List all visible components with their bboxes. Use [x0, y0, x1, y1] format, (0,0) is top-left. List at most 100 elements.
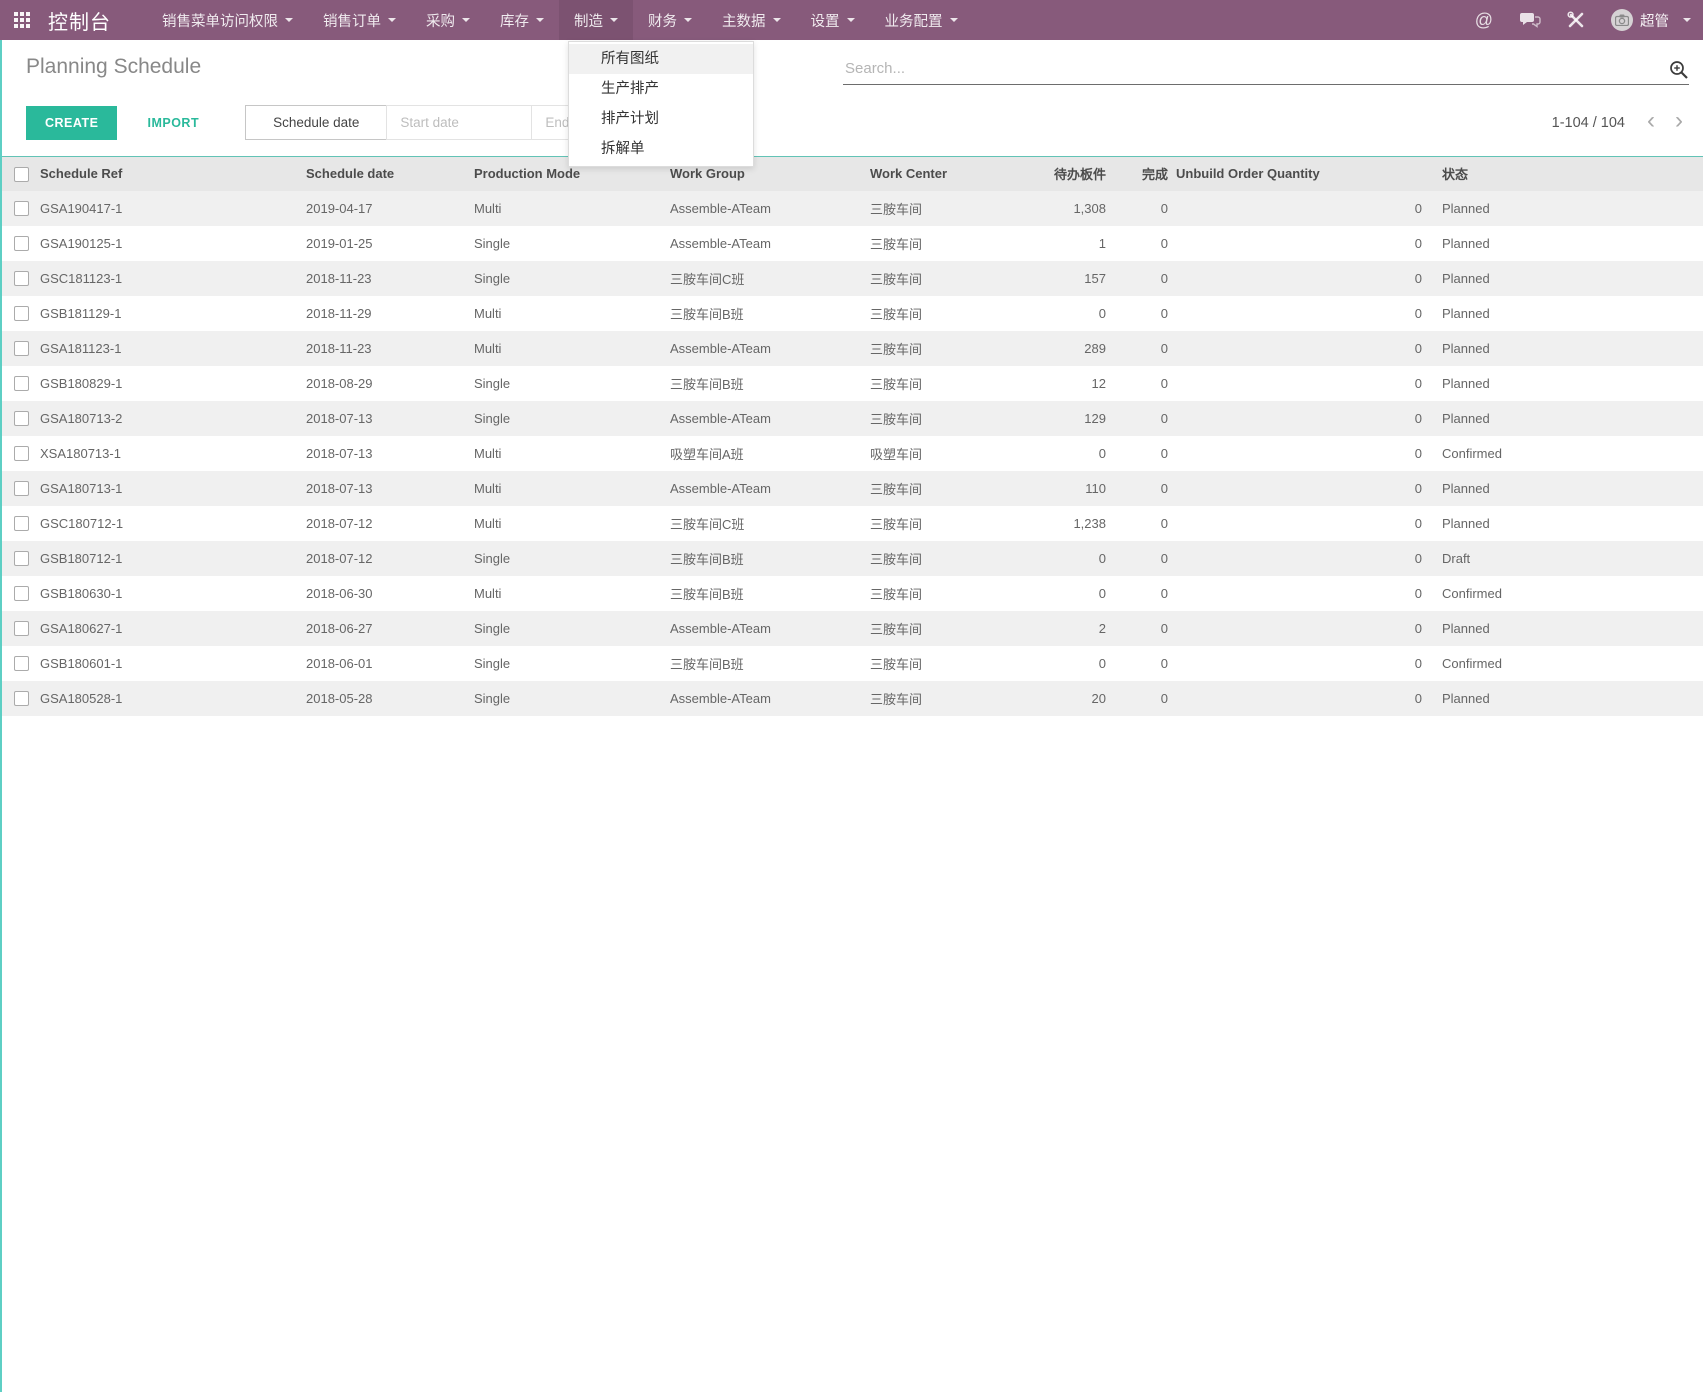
cell: Single — [470, 541, 666, 576]
cell: 110 — [1014, 471, 1110, 506]
table-row[interactable]: GSA180528-12018-05-28SingleAssemble-ATea… — [0, 681, 1703, 716]
cell: Planned — [1428, 331, 1703, 366]
column-header-6[interactable]: 完成 — [1110, 157, 1172, 191]
row-checkbox[interactable] — [14, 341, 29, 356]
cell: 0 — [1110, 366, 1172, 401]
nav-menu-6[interactable]: 主数据 — [707, 0, 796, 40]
row-checkbox[interactable] — [14, 446, 29, 461]
row-checkbox[interactable] — [14, 551, 29, 566]
cell: 三胺车间C班 — [666, 506, 866, 541]
row-checkbox[interactable] — [14, 621, 29, 636]
cell: GSB180601-1 — [36, 646, 302, 681]
cell: 2018-11-29 — [302, 296, 470, 331]
row-checkbox[interactable] — [14, 656, 29, 671]
cell: 0 — [1172, 366, 1428, 401]
column-header-4[interactable]: Work Center — [866, 157, 1014, 191]
row-checkbox[interactable] — [14, 411, 29, 426]
cell: Single — [470, 646, 666, 681]
nav-menu-0[interactable]: 销售菜单访问权限 — [147, 0, 308, 40]
row-checkbox[interactable] — [14, 236, 29, 251]
at-icon[interactable]: @ — [1475, 10, 1493, 31]
nav-menu-5[interactable]: 财务 — [633, 0, 707, 40]
chevron-down-icon — [847, 18, 855, 22]
table-row[interactable]: XSA180713-12018-07-13Multi吸塑车间A班吸塑车间000C… — [0, 436, 1703, 471]
cell: 0 — [1014, 541, 1110, 576]
start-date-input[interactable] — [386, 105, 532, 140]
cell: 0 — [1110, 436, 1172, 471]
cell: Assemble-ATeam — [666, 191, 866, 226]
column-header-1[interactable]: Schedule date — [302, 157, 470, 191]
table-row[interactable]: GSA181123-12018-11-23MultiAssemble-ATeam… — [0, 331, 1703, 366]
row-checkbox[interactable] — [14, 376, 29, 391]
chat-icon[interactable] — [1519, 12, 1541, 28]
table-row[interactable]: GSB180630-12018-06-30Multi三胺车间B班三胺车间000C… — [0, 576, 1703, 611]
cell: 三胺车间 — [866, 576, 1014, 611]
chevron-down-icon — [388, 18, 396, 22]
row-checkbox[interactable] — [14, 691, 29, 706]
chevron-down-icon — [462, 18, 470, 22]
pagination-next-button[interactable]: › — [1675, 111, 1683, 135]
table-row[interactable]: GSC181123-12018-11-23Single三胺车间C班三胺车间157… — [0, 261, 1703, 296]
cell: 2018-11-23 — [302, 331, 470, 366]
cell: GSB180712-1 — [36, 541, 302, 576]
apps-grid-icon[interactable] — [14, 12, 30, 28]
table-row[interactable]: GSA190125-12019-01-25SingleAssemble-ATea… — [0, 226, 1703, 261]
table-row[interactable]: GSA190417-12019-04-17MultiAssemble-ATeam… — [0, 191, 1703, 226]
schedule-date-button[interactable]: Schedule date — [245, 105, 387, 140]
cell: Assemble-ATeam — [666, 681, 866, 716]
row-checkbox[interactable] — [14, 481, 29, 496]
nav-menu-7[interactable]: 设置 — [796, 0, 870, 40]
cell: 0 — [1172, 611, 1428, 646]
row-checkbox[interactable] — [14, 516, 29, 531]
dropdown-item-3[interactable]: 拆解单 — [569, 134, 753, 164]
table-row[interactable]: GSA180627-12018-06-27SingleAssemble-ATea… — [0, 611, 1703, 646]
row-checkbox[interactable] — [14, 586, 29, 601]
cell: Single — [470, 401, 666, 436]
cell: 吸塑车间 — [866, 436, 1014, 471]
column-header-7[interactable]: Unbuild Order Quantity — [1172, 157, 1428, 191]
pagination-prev-button[interactable]: ‹ — [1647, 111, 1655, 135]
cell: 0 — [1172, 646, 1428, 681]
row-checkbox[interactable] — [14, 271, 29, 286]
cell: Planned — [1428, 506, 1703, 541]
search-input[interactable] — [843, 57, 1689, 85]
create-button[interactable]: CREATE — [26, 106, 117, 140]
top-nav-bar: 控制台 销售菜单访问权限销售订单采购库存制造财务主数据设置业务配置 @ — [0, 0, 1703, 40]
zoom-in-search-icon[interactable] — [1668, 59, 1689, 85]
nav-menu-1[interactable]: 销售订单 — [308, 0, 411, 40]
cell: 三胺车间B班 — [666, 646, 866, 681]
cell: Multi — [470, 576, 666, 611]
nav-menu-label: 采购 — [426, 10, 455, 31]
cell: Planned — [1428, 296, 1703, 331]
cell: GSA190125-1 — [36, 226, 302, 261]
row-checkbox[interactable] — [14, 201, 29, 216]
row-checkbox-cell — [0, 541, 36, 576]
select-all-checkbox[interactable] — [14, 167, 29, 182]
table-row[interactable]: GSB180829-12018-08-29Single三胺车间B班三胺车间120… — [0, 366, 1703, 401]
dropdown-item-2[interactable]: 排产计划 — [569, 104, 753, 134]
tools-icon[interactable] — [1567, 11, 1585, 29]
page-title: Planning Schedule — [26, 55, 201, 79]
cell: 0 — [1172, 506, 1428, 541]
cell: 三胺车间B班 — [666, 541, 866, 576]
import-button[interactable]: IMPORT — [141, 115, 205, 131]
dropdown-item-1[interactable]: 生产排产 — [569, 74, 753, 104]
table-row[interactable]: GSA180713-22018-07-13SingleAssemble-ATea… — [0, 401, 1703, 436]
column-header-0[interactable]: Schedule Ref — [36, 157, 302, 191]
nav-menu-8[interactable]: 业务配置 — [870, 0, 973, 40]
table-row[interactable]: GSB181129-12018-11-29Multi三胺车间B班三胺车间000P… — [0, 296, 1703, 331]
column-header-8[interactable]: 状态 — [1428, 157, 1703, 191]
nav-menu-3[interactable]: 库存 — [485, 0, 559, 40]
nav-menu-4[interactable]: 制造 — [559, 0, 633, 40]
cell: GSC181123-1 — [36, 261, 302, 296]
nav-menu-2[interactable]: 采购 — [411, 0, 485, 40]
table-row[interactable]: GSB180601-12018-06-01Single三胺车间B班三胺车间000… — [0, 646, 1703, 681]
table-row[interactable]: GSC180712-12018-07-12Multi三胺车间C班三胺车间1,23… — [0, 506, 1703, 541]
dropdown-item-0[interactable]: 所有图纸 — [569, 44, 753, 74]
column-header-5[interactable]: 待办板件 — [1014, 157, 1110, 191]
row-checkbox[interactable] — [14, 306, 29, 321]
table-row[interactable]: GSB180712-12018-07-12Single三胺车间B班三胺车间000… — [0, 541, 1703, 576]
table-row[interactable]: GSA180713-12018-07-13MultiAssemble-ATeam… — [0, 471, 1703, 506]
user-menu[interactable]: 超管 — [1611, 9, 1691, 31]
cell: 0 — [1172, 191, 1428, 226]
